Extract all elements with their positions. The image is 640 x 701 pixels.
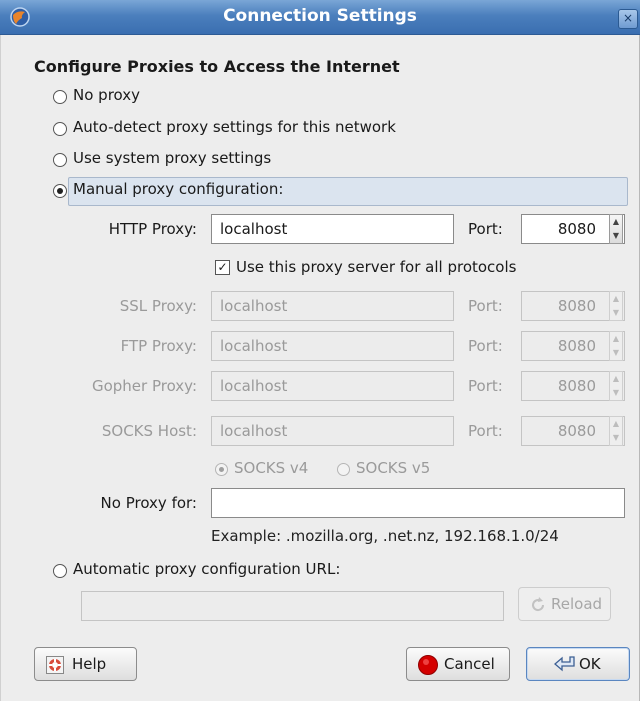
gopher-port-label: Port: [468, 377, 503, 395]
help-button[interactable]: Help [34, 647, 137, 681]
radio-system-label: Use system proxy settings [73, 149, 272, 167]
cancel-button[interactable]: Cancel [406, 647, 510, 681]
ftp-proxy-label: FTP Proxy: [120, 337, 197, 355]
use-for-all-label: Use this proxy server for all protocols [236, 258, 517, 276]
radio-no-proxy-indicator[interactable] [53, 90, 67, 104]
ftp-proxy-input[interactable] [211, 331, 454, 361]
spin-up-icon[interactable]: ▲ [610, 292, 622, 306]
socks-v4-radio[interactable] [215, 463, 228, 476]
cancel-label: Cancel [444, 655, 495, 673]
radio-auto-url-label: Automatic proxy configuration URL: [73, 560, 341, 578]
spin-up-icon[interactable]: ▲ [610, 332, 622, 346]
radio-autodetect-label: Auto-detect proxy settings for this netw… [73, 118, 396, 136]
radio-no-proxy-label: No proxy [73, 86, 140, 104]
use-for-all-checkbox[interactable]: ✓ [215, 260, 230, 275]
checkmark-icon: ✓ [217, 260, 228, 274]
ftp-port-label: Port: [468, 337, 503, 355]
spin-up-icon[interactable]: ▲ [610, 417, 622, 431]
http-proxy-input[interactable] [211, 214, 454, 244]
radio-manual-proxy[interactable]: Manual proxy configuration: [53, 180, 353, 204]
radio-manual-indicator[interactable] [53, 184, 67, 198]
spin-down-icon[interactable]: ▼ [610, 386, 622, 400]
radio-system-proxy[interactable]: Use system proxy settings [53, 149, 313, 173]
socks-v5-label: SOCKS v5 [356, 459, 431, 477]
radio-system-indicator[interactable] [53, 153, 67, 167]
close-icon: × [622, 11, 634, 25]
help-label: Help [72, 655, 107, 673]
reload-icon [532, 597, 545, 612]
spin-down-icon[interactable]: ▼ [610, 229, 622, 243]
connection-settings-window: — — — — — — — — Connection Settings × Co… [0, 0, 640, 701]
spin-down-icon[interactable]: ▼ [610, 306, 622, 320]
spin-down-icon[interactable]: ▼ [610, 346, 622, 360]
ssl-port-label: Port: [468, 297, 503, 315]
auto-url-input[interactable] [81, 591, 504, 621]
ssl-proxy-label: SSL Proxy: [119, 297, 197, 315]
gopher-proxy-input[interactable] [211, 371, 454, 401]
socks-host-label: SOCKS Host: [101, 422, 197, 440]
ssl-port-spinner[interactable]: ▲ ▼ [609, 291, 623, 321]
radio-no-proxy[interactable]: No proxy [53, 86, 173, 110]
radio-autodetect[interactable]: Auto-detect proxy settings for this netw… [53, 118, 453, 142]
http-port-label: Port: [468, 220, 503, 238]
red-stop-icon [418, 655, 438, 675]
socks-port-label: Port: [468, 422, 503, 440]
no-proxy-for-label: No Proxy for: [100, 494, 197, 512]
lifebuoy-icon [46, 656, 64, 674]
gopher-proxy-label: Gopher Proxy: [91, 377, 197, 395]
socks-host-input[interactable] [211, 416, 454, 446]
radio-autodetect-indicator[interactable] [53, 122, 67, 136]
ok-arrow-icon [554, 656, 575, 672]
ftp-port-spinner[interactable]: ▲ ▼ [609, 331, 623, 361]
dialog-body: Configure Proxies to Access the Internet… [0, 35, 640, 701]
background-window-text: — — — — — — — — [240, 0, 410, 2]
reload-button[interactable]: Reload [518, 587, 611, 621]
title-bar[interactable]: — — — — — — — — Connection Settings × [0, 0, 640, 35]
no-proxy-example: Example: .mozilla.org, .net.nz, 192.168.… [211, 527, 559, 545]
spin-down-icon[interactable]: ▼ [610, 431, 622, 445]
socks-v4-label: SOCKS v4 [234, 459, 309, 477]
socks-port-spinner[interactable]: ▲ ▼ [609, 416, 623, 446]
http-proxy-label: HTTP Proxy: [108, 220, 197, 238]
ssl-proxy-input[interactable] [211, 291, 454, 321]
spin-up-icon[interactable]: ▲ [610, 215, 622, 229]
socks-v5-radio[interactable] [337, 463, 350, 476]
spin-up-icon[interactable]: ▲ [610, 372, 622, 386]
ok-label: OK [579, 655, 601, 673]
section-heading: Configure Proxies to Access the Internet [34, 57, 400, 76]
reload-label: Reload [551, 595, 603, 613]
http-port-spinner[interactable]: ▲ ▼ [609, 214, 623, 244]
radio-manual-label: Manual proxy configuration: [73, 180, 284, 198]
ok-button[interactable]: OK [526, 647, 630, 681]
close-button[interactable]: × [618, 9, 638, 29]
radio-auto-url[interactable]: Automatic proxy configuration URL: [53, 560, 373, 584]
no-proxy-for-input[interactable] [211, 488, 625, 518]
gopher-port-spinner[interactable]: ▲ ▼ [609, 371, 623, 401]
window-title: Connection Settings [223, 6, 417, 26]
radio-auto-url-indicator[interactable] [53, 564, 67, 578]
